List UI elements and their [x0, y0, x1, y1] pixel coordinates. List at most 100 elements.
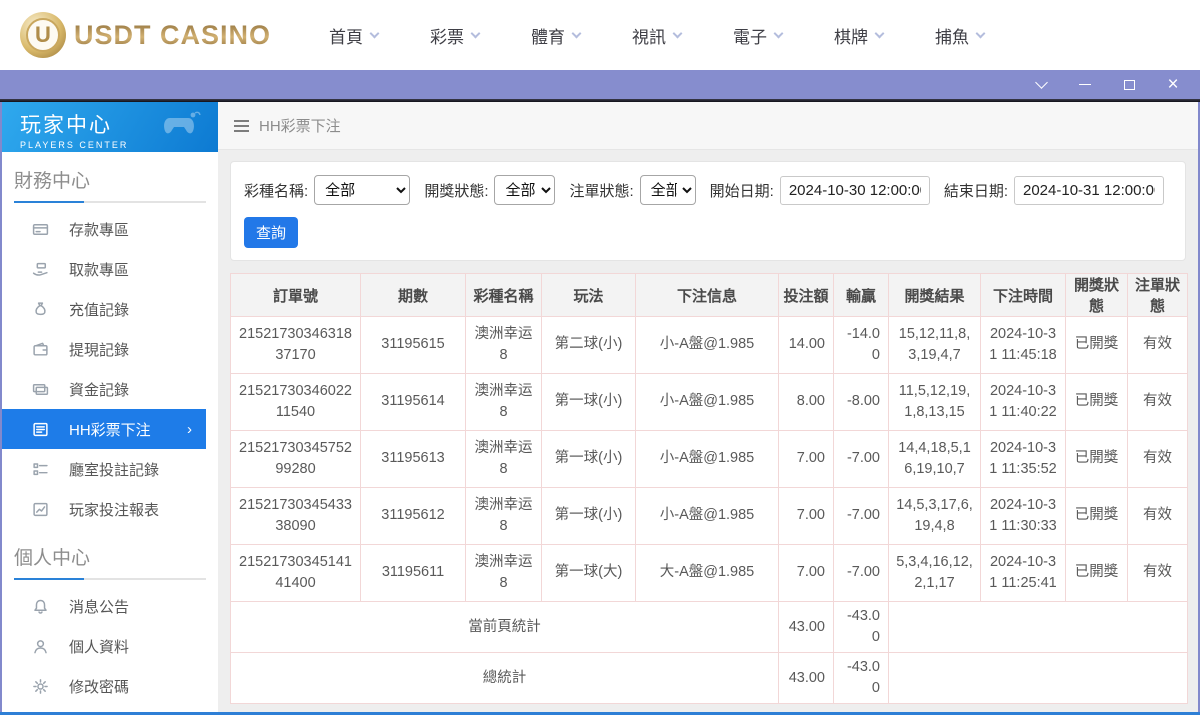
- gear-icon: [32, 678, 49, 695]
- sidebar-item-player-bet-report[interactable]: 玩家投注報表: [2, 489, 206, 529]
- sidebar-item-label: 個人資料: [69, 638, 130, 656]
- summary-winloss-total: -43.00: [833, 652, 889, 705]
- table-cell: 2024-10-31 11:40:22: [980, 373, 1066, 431]
- search-button[interactable]: 查詢: [244, 217, 298, 248]
- table-cell: 第一球(大): [541, 544, 636, 602]
- minimize-icon[interactable]: [1076, 76, 1094, 94]
- start-date-input[interactable]: [779, 175, 930, 205]
- table-cell: 7.00: [778, 430, 834, 488]
- table-row: 2152173034514141400 31195611 澳洲幸运8 第一球(大) 大-…: [230, 544, 1188, 602]
- table-cell: 小-A盤@1.985: [635, 430, 779, 488]
- end-date-input[interactable]: [1014, 175, 1164, 205]
- sidebar-item-room-bet-records[interactable]: 廳室投註記錄: [2, 449, 206, 489]
- close-icon[interactable]: ×: [1164, 74, 1182, 95]
- table-cell: 第一球(小): [541, 430, 636, 488]
- table-cell: 7.00: [778, 487, 834, 545]
- lottery-name-select[interactable]: 全部: [314, 175, 411, 205]
- summary-label: 總統計: [230, 652, 779, 705]
- window-titlebar: ×: [0, 70, 1200, 99]
- column-header: 注單狀態: [1127, 273, 1188, 317]
- table-cell: 小-A盤@1.985: [635, 316, 779, 374]
- sidebar-item-change-password[interactable]: 修改密碼: [2, 666, 206, 706]
- table-cell: 2152173034514141400: [230, 544, 361, 602]
- column-header: 開獎結果: [888, 273, 981, 317]
- coin-logo-icon: U: [20, 12, 66, 58]
- table-cell: -7.00: [833, 487, 889, 545]
- sidebar-item-withdraw[interactable]: 取款專區: [2, 249, 206, 289]
- nav-item-label: 棋牌: [834, 27, 869, 47]
- top-navigation: 首頁 彩票 體育 視訊 電子 棋牌 捕魚: [329, 23, 986, 48]
- chevron-down-icon: [672, 28, 683, 38]
- maximize-icon[interactable]: [1120, 76, 1138, 94]
- bell-icon: [32, 598, 49, 615]
- sidebar-item-hh-lottery-bets[interactable]: HH彩票下注 ›: [2, 409, 206, 449]
- site-header: U USDT CASINO 首頁 彩票 體育 視訊 電子 棋牌 捕魚: [0, 0, 1200, 70]
- nav-item-label: 首頁: [329, 27, 364, 47]
- nav-item-2[interactable]: 體育: [531, 23, 582, 48]
- table-cell: 31195613: [360, 430, 466, 488]
- column-header: 訂單號: [230, 273, 361, 317]
- chevron-down-icon: [369, 28, 380, 38]
- table-cell: -14.00: [833, 316, 889, 374]
- summary-winloss-total: -43.00: [833, 600, 889, 654]
- summary-label: 當前頁統計: [230, 600, 779, 654]
- table-cell: 5,3,4,16,12,2,1,17: [888, 544, 981, 602]
- table-cell: 2152173034631837170: [230, 316, 361, 374]
- table-cell: 14,4,18,5,16,19,10,7: [888, 430, 981, 488]
- report-chart-icon: [32, 501, 49, 518]
- start-date-label: 開始日期:: [709, 182, 774, 200]
- sidebar-item-label: 充值記錄: [69, 301, 130, 319]
- sidebar-section-title: 個人中心: [14, 548, 91, 569]
- sidebar-section-title: 代理中心: [2, 706, 218, 712]
- table-row: 2152173034602211540 31195614 澳洲幸运8 第一球(小) 小-…: [230, 373, 1188, 431]
- nav-item-6[interactable]: 捕魚: [935, 23, 986, 48]
- lottery-name-label: 彩種名稱:: [244, 182, 309, 200]
- chevron-down-icon[interactable]: [1032, 76, 1050, 94]
- summary-empty-cell: [888, 600, 1188, 654]
- sidebar-item-fund-records[interactable]: 資金記錄: [2, 369, 206, 409]
- table-cell: 31195611: [360, 544, 466, 602]
- bets-table-card: 訂單號 期數 彩種名稱 玩法 下注信息 投注額 輸贏 開獎結果 下注時間 開獎狀態 注單狀態 2152…: [230, 273, 1188, 705]
- sidebar-item-label: 資金記錄: [69, 381, 130, 399]
- sidebar-item-label: 修改密碼: [69, 678, 130, 696]
- hamburger-menu-icon[interactable]: [234, 119, 249, 132]
- table-cell: 已開獎: [1065, 487, 1128, 545]
- table-cell: 已開獎: [1065, 316, 1128, 374]
- sidebar-item-label: 提現記錄: [69, 341, 130, 359]
- order-status-select[interactable]: 全部: [639, 175, 696, 205]
- table-cell: 7.00: [778, 544, 834, 602]
- nav-item-5[interactable]: 棋牌: [834, 23, 885, 48]
- table-cell: 2152173034543338090: [230, 487, 361, 545]
- nav-item-3[interactable]: 視訊: [632, 23, 683, 48]
- wallet-icon: [32, 341, 49, 358]
- sidebar-item-notices[interactable]: 消息公告: [2, 586, 206, 626]
- nav-item-1[interactable]: 彩票: [430, 23, 481, 48]
- sidebar-item-withdrawal-records[interactable]: 提現記錄: [2, 329, 206, 369]
- sidebar-item-label: 存款專區: [69, 221, 130, 239]
- table-row: 2152173034543338090 31195612 澳洲幸运8 第一球(小) 小-…: [230, 487, 1188, 545]
- chevron-down-icon: [571, 28, 582, 38]
- table-cell: 有效: [1127, 430, 1188, 488]
- draw-status-select[interactable]: 全部: [494, 175, 556, 205]
- sidebar-item-profile[interactable]: 個人資料: [2, 626, 206, 666]
- section-underline: [14, 578, 206, 580]
- bets-table: 訂單號 期數 彩種名稱 玩法 下注信息 投注額 輸贏 開獎結果 下注時間 開獎狀態 注單狀態 2152…: [230, 273, 1188, 705]
- column-header: 玩法: [541, 273, 636, 317]
- main-panel: HH彩票下注 彩種名稱: 全部 開獎狀態: 全部 注單狀態: 全部 開始日期: …: [218, 102, 1198, 712]
- sidebar-item-recharge-records[interactable]: 充值記錄: [2, 289, 206, 329]
- nav-item-4[interactable]: 電子: [733, 23, 784, 48]
- nav-item-0[interactable]: 首頁: [329, 23, 380, 48]
- person-icon: [32, 638, 49, 655]
- table-cell: 15,12,11,8,3,19,4,7: [888, 316, 981, 374]
- list-check-icon: [32, 461, 49, 478]
- table-cell: 2152173034575299280: [230, 430, 361, 488]
- table-row: 2152173034575299280 31195613 澳洲幸运8 第一球(小) 小-…: [230, 430, 1188, 488]
- breadcrumb: HH彩票下注: [218, 102, 1198, 150]
- table-cell: 澳洲幸运8: [465, 316, 542, 374]
- table-cell: 11,5,12,19,1,8,13,15: [888, 373, 981, 431]
- chevron-down-icon: [975, 28, 986, 38]
- sidebar-item-deposit[interactable]: 存款專區: [2, 209, 206, 249]
- chevron-down-icon: [773, 28, 784, 38]
- nav-item-label: 體育: [531, 27, 566, 47]
- table-cell: 31195614: [360, 373, 466, 431]
